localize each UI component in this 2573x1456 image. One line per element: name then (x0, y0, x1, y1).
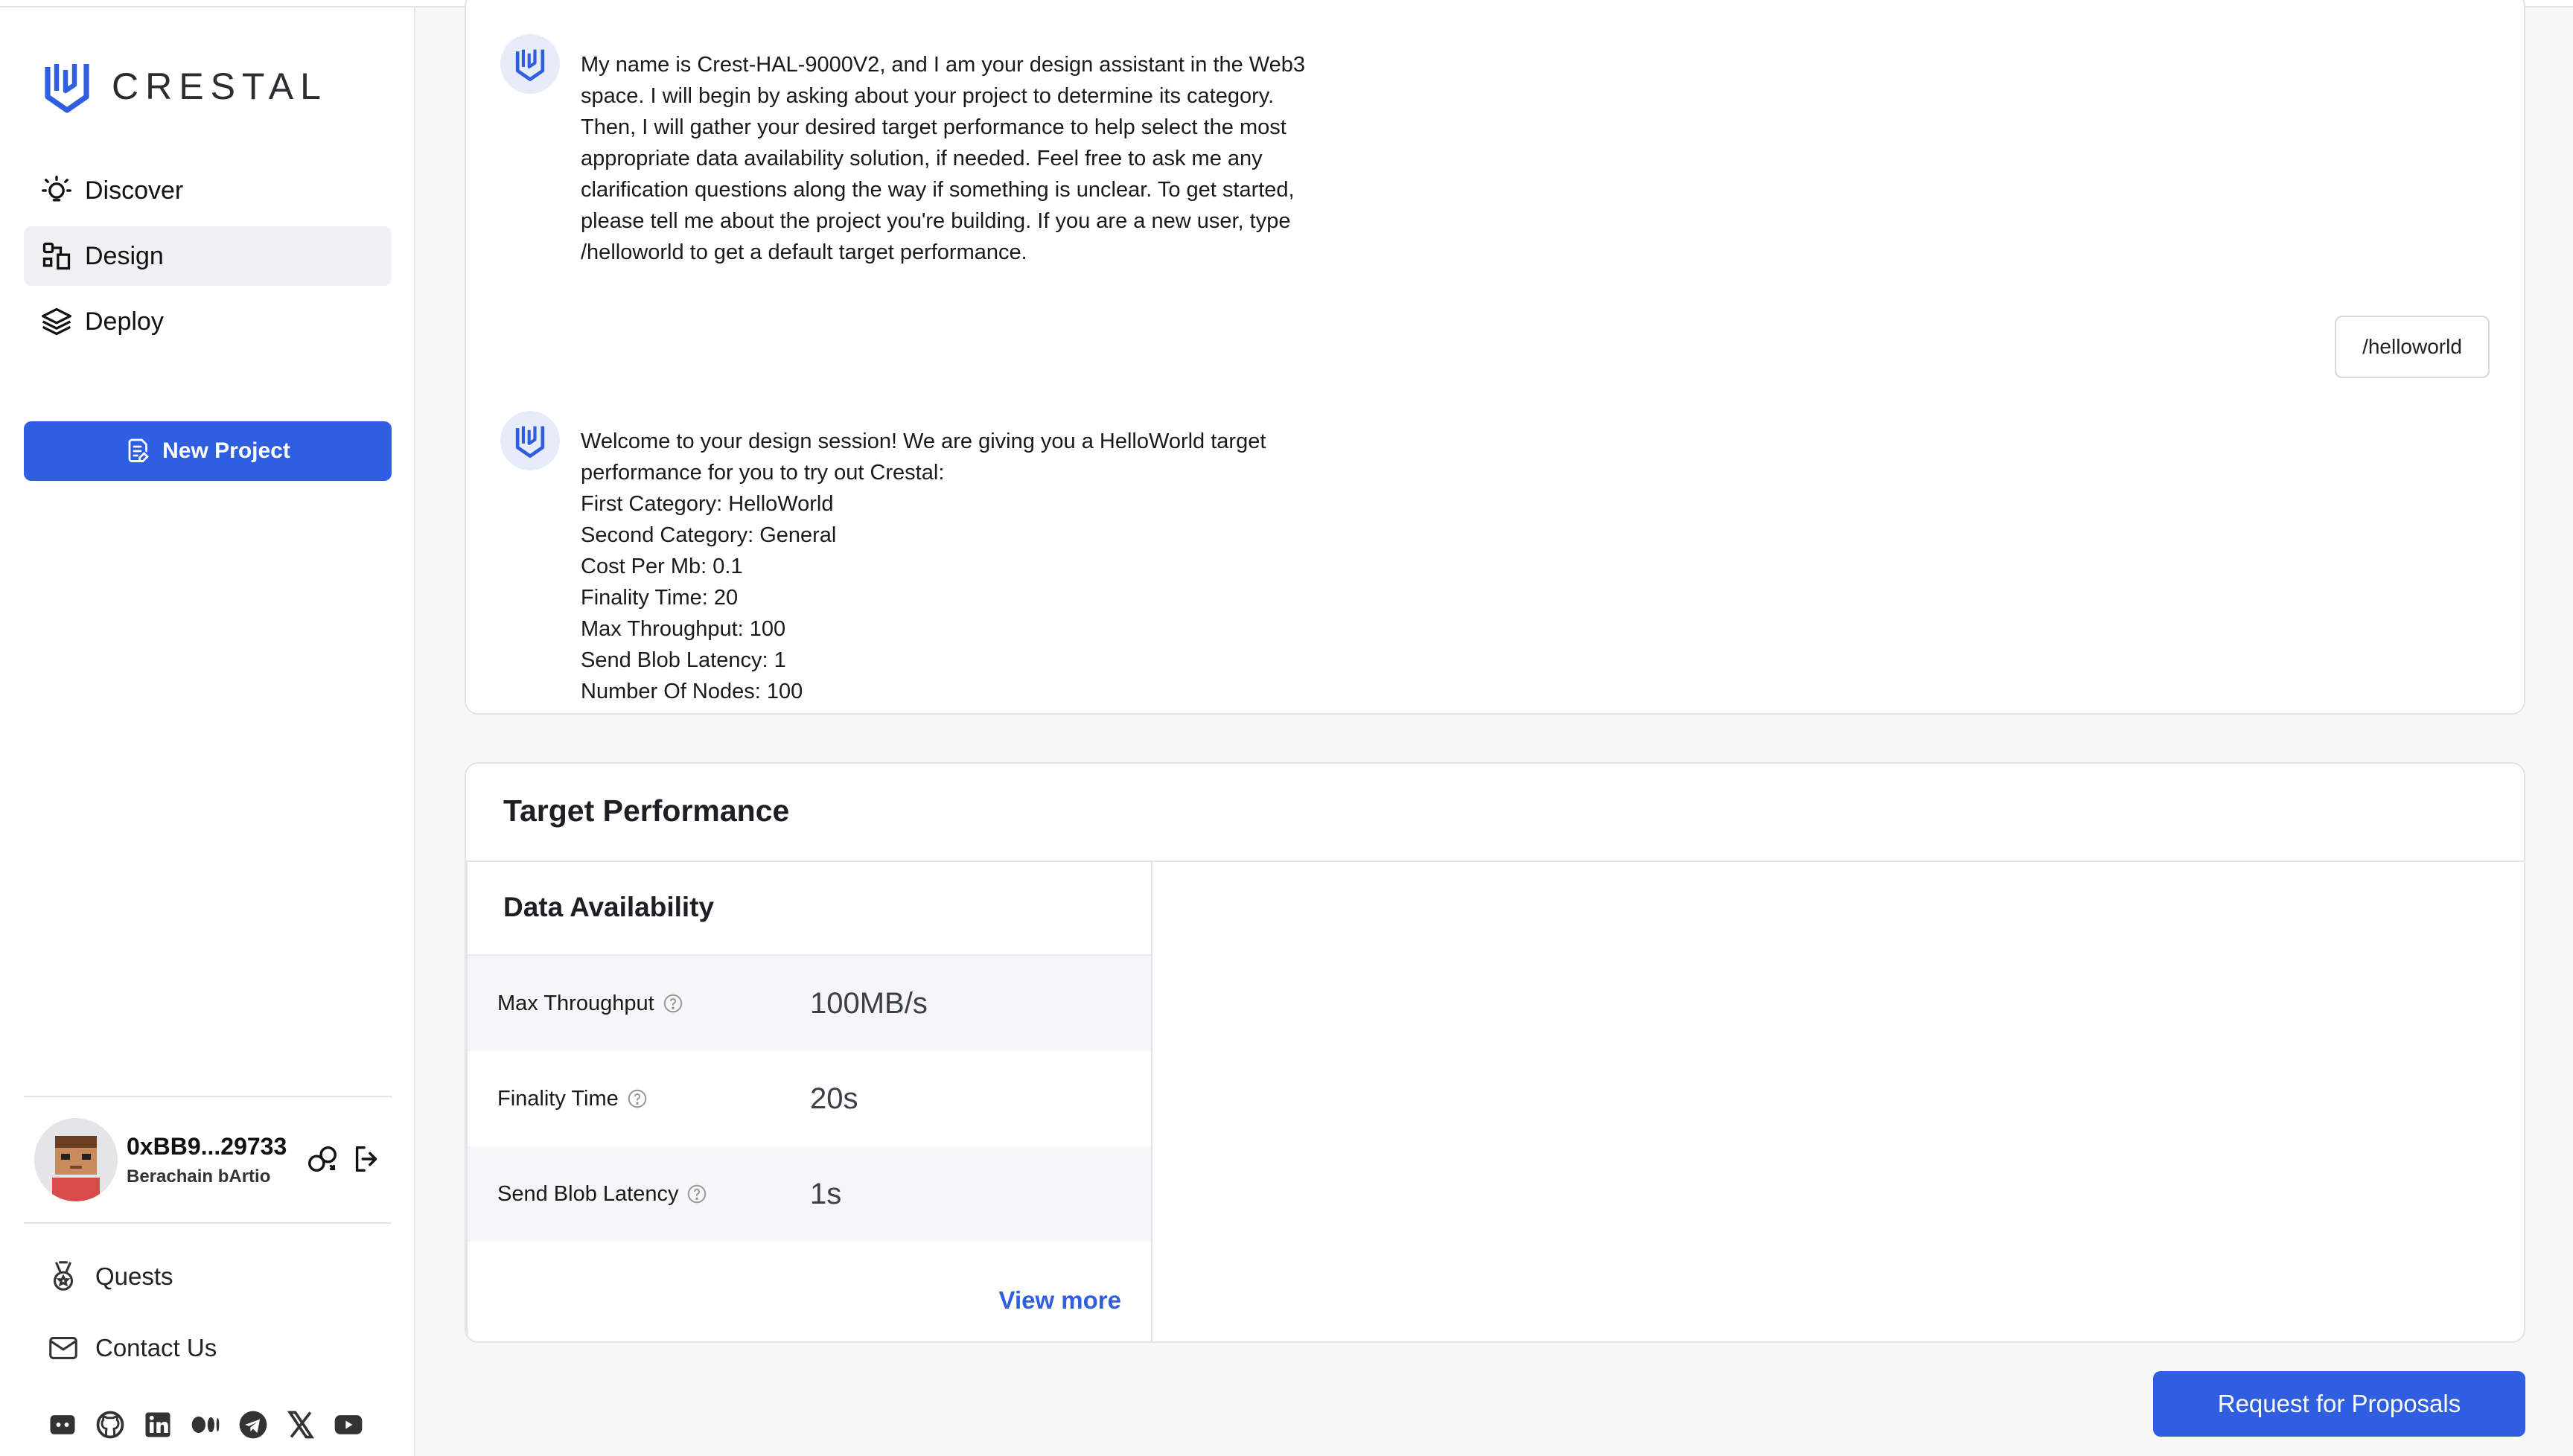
request-for-proposals-button[interactable]: Request for Proposals (2153, 1371, 2525, 1437)
social-links (46, 1408, 380, 1441)
message-line: Welcome to your design session! We are g… (581, 430, 1266, 453)
pixel-avatar-icon (34, 1118, 118, 1201)
sidebar: CRESTAL Discover Design Deploy New Proje… (0, 7, 415, 1456)
target-performance-title: Target Performance (503, 794, 790, 828)
data-availability-panel: Data Availability Max Throughput 100MB/s… (466, 860, 1152, 1341)
view-more-link[interactable]: View more (999, 1286, 1121, 1315)
discord-icon[interactable] (46, 1408, 79, 1441)
assistant-message: My name is Crest-HAL-9000V2, and I am yo… (581, 49, 1305, 268)
bot-avatar (500, 34, 560, 94)
user-profile: 0xBB9...29733 Berachain bArtio (34, 1115, 392, 1204)
contact-us-link[interactable]: Contact Us (46, 1331, 217, 1365)
metric-value: 100MB/s (810, 986, 928, 1020)
github-icon[interactable] (94, 1408, 127, 1441)
message-line: please tell me about the project you're … (581, 209, 1291, 233)
metric-row-finality-time: Finality Time 20s (468, 1051, 1151, 1146)
document-edit-icon (128, 438, 150, 462)
metric-label: Finality Time (497, 1086, 619, 1111)
contact-us-label: Contact Us (95, 1334, 217, 1361)
crestal-logo-icon (515, 49, 545, 82)
message-line: My name is Crest-HAL-9000V2, and I am yo… (581, 53, 1306, 77)
help-icon[interactable] (626, 1088, 648, 1110)
youtube-icon[interactable] (332, 1408, 365, 1441)
data-availability-title: Data Availability (468, 860, 1151, 956)
lightbulb-icon (42, 176, 71, 202)
crestal-logo-icon (45, 64, 89, 113)
brand-logo[interactable]: CRESTAL (42, 58, 328, 115)
x-icon[interactable] (284, 1408, 317, 1441)
metric-row-send-blob-latency: Send Blob Latency 1s (468, 1146, 1151, 1242)
bot-avatar (500, 411, 560, 470)
quests-link[interactable]: Quests (46, 1259, 173, 1294)
user-message: /helloworld (2335, 316, 2490, 378)
assistant-message: Welcome to your design session! We are g… (581, 426, 1266, 707)
nav-design-label: Design (85, 241, 164, 270)
medal-icon (53, 1261, 74, 1291)
avatar[interactable] (34, 1118, 118, 1201)
crestal-logo-icon (515, 426, 545, 459)
sidebar-divider-2 (24, 1222, 392, 1224)
sidebar-divider (24, 1096, 392, 1097)
message-line: First Category: HelloWorld (581, 492, 834, 516)
medium-icon[interactable] (189, 1408, 222, 1441)
metric-row-max-throughput: Max Throughput 100MB/s (468, 956, 1151, 1051)
nav-deploy[interactable]: Deploy (24, 292, 392, 351)
message-line: Finality Time: 20 (581, 586, 739, 610)
message-line: /helloworld to get a default target perf… (581, 240, 1027, 264)
message-line: space. I will begin by asking about your… (581, 84, 1275, 108)
message-line: Send Blob Latency: 1 (581, 648, 786, 672)
quests-label: Quests (95, 1262, 173, 1290)
message-line: Then, I will gather your desired target … (581, 115, 1286, 139)
help-icon[interactable] (686, 1183, 708, 1205)
message-line: performance for you to try out Crestal: (581, 461, 945, 485)
metric-label: Max Throughput (497, 991, 654, 1015)
target-performance-card: Target Performance Data Availability Max… (465, 762, 2525, 1343)
help-icon[interactable] (662, 992, 684, 1015)
chat-panel[interactable]: My name is Crest-HAL-9000V2, and I am yo… (465, 0, 2525, 715)
linkedin-icon[interactable] (141, 1408, 174, 1441)
metric-value: 20s (810, 1082, 858, 1115)
brand-name: CRESTAL (112, 66, 328, 107)
message-line: Cost Per Mb: 0.1 (581, 555, 743, 578)
design-icon (42, 242, 71, 270)
message-line: Second Category: General (581, 523, 837, 547)
nav-design[interactable]: Design (24, 226, 392, 286)
message-line: clarification questions along the way if… (581, 178, 1295, 202)
nav-deploy-label: Deploy (85, 307, 164, 336)
nav-discover[interactable]: Discover (24, 161, 392, 220)
layers-icon (42, 307, 71, 336)
new-project-label: New Project (162, 438, 290, 463)
switch-network-icon[interactable] (305, 1142, 339, 1176)
nav-discover-label: Discover (85, 176, 184, 205)
metric-label: Send Blob Latency (497, 1181, 679, 1206)
wallet-address: 0xBB9...29733 (127, 1132, 287, 1160)
new-project-button[interactable]: New Project (24, 421, 392, 481)
chain-name: Berachain bArtio (127, 1166, 271, 1187)
message-line: Max Throughput: 100 (581, 617, 786, 641)
mail-icon (49, 1337, 77, 1359)
logout-icon[interactable] (350, 1142, 384, 1176)
message-line: appropriate data availability solution, … (581, 147, 1263, 170)
metric-value: 1s (810, 1177, 842, 1210)
message-line: Number Of Nodes: 100 (581, 680, 803, 703)
telegram-icon[interactable] (237, 1408, 270, 1441)
